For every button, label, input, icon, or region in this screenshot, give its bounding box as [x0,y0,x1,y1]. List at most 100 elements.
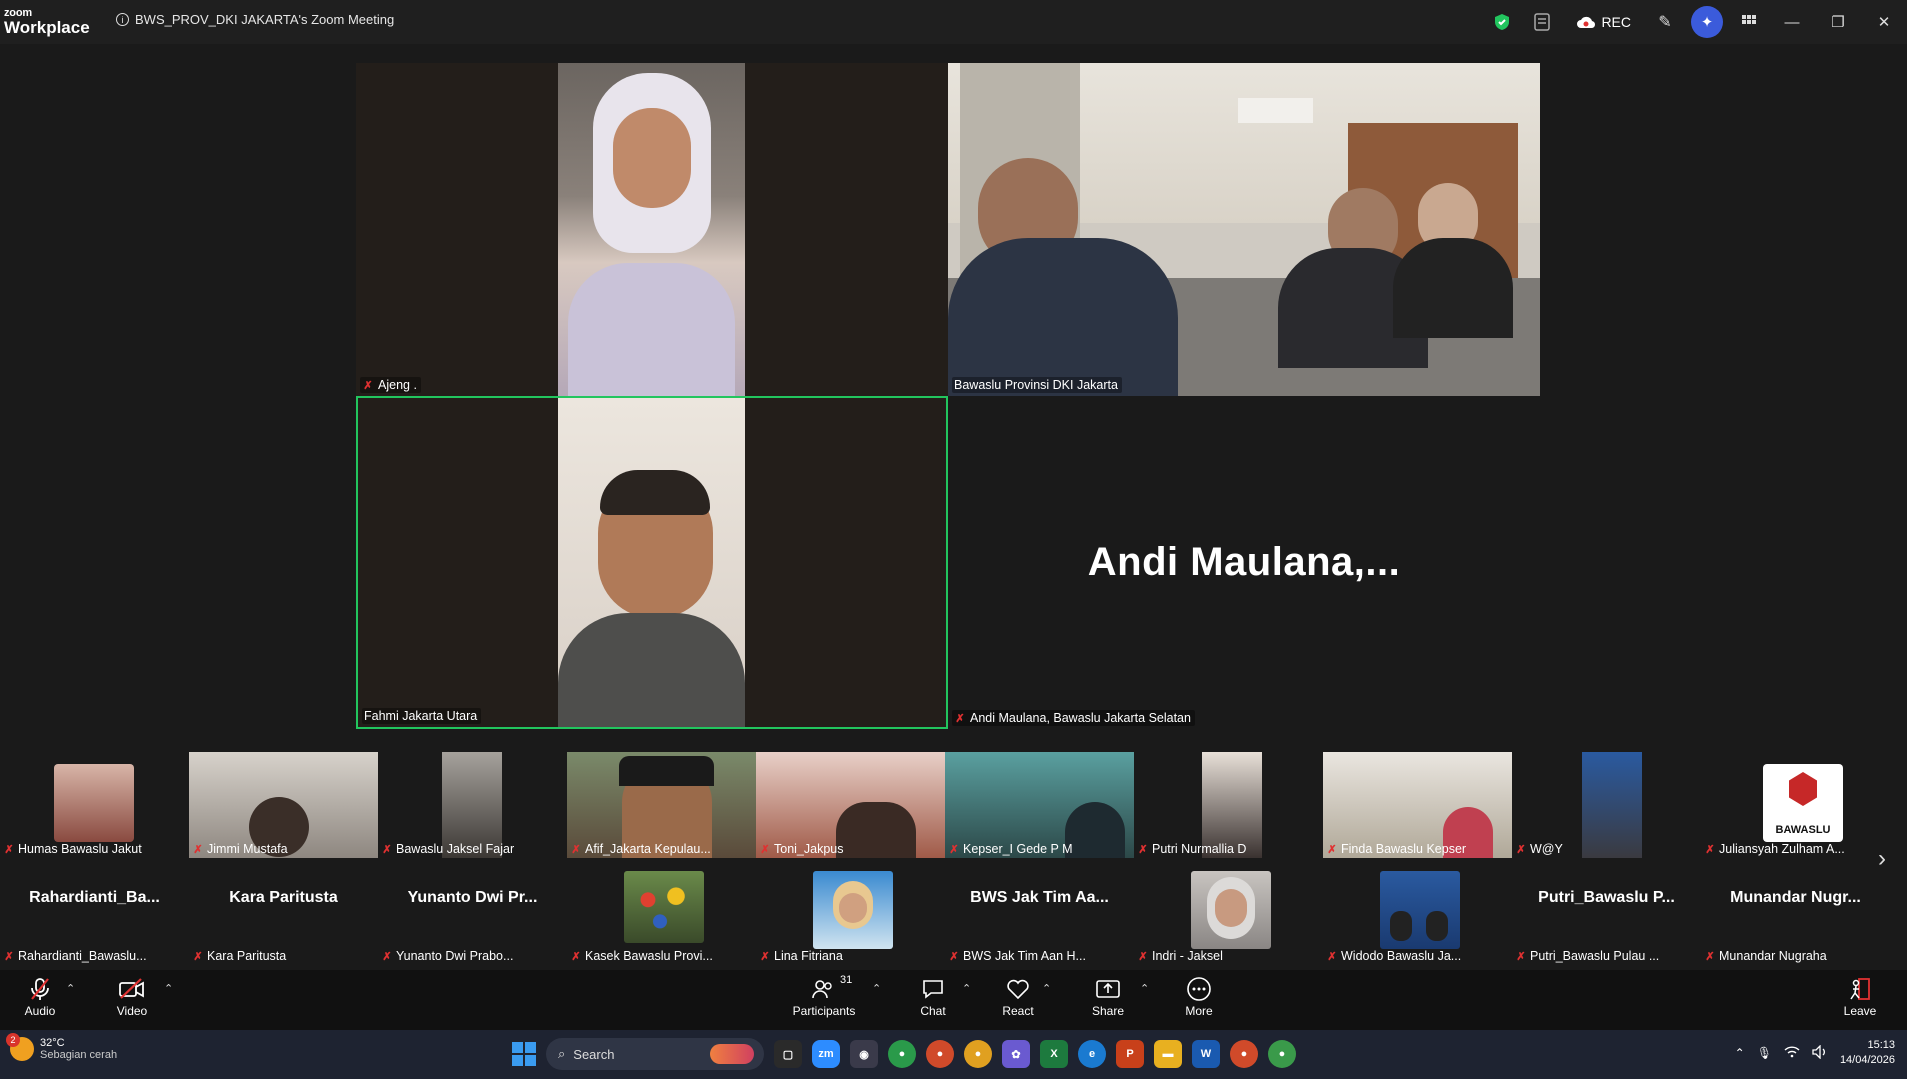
participant-video [558,398,745,727]
search-icon: ⌕ [558,1046,566,1061]
mic-muted-icon: ✗ [1705,843,1715,856]
taskbar-search[interactable]: ⌕ Search [546,1038,764,1070]
chrome-icon[interactable]: ● [1268,1040,1296,1068]
profile-picture [813,871,893,949]
chevron-right-icon[interactable]: › [1878,845,1886,873]
windows-start-icon[interactable] [512,1042,536,1066]
more-button[interactable]: More [1164,974,1234,1018]
zoom-app-icon[interactable]: zm [812,1040,840,1068]
zoom-logo: zoom Workplace [4,8,90,37]
weather-widget[interactable]: 2 32°C Sebagian cerah [6,1033,117,1061]
chrome-icon[interactable]: ● [926,1040,954,1068]
word-icon[interactable]: W [1192,1040,1220,1068]
mic-muted-icon: ✗ [760,950,770,963]
gallery-tile[interactable]: ✗ Lina Fitriana [756,859,945,965]
chevron-up-icon[interactable]: ⌃ [1042,982,1051,995]
chevron-up-icon[interactable]: ⌃ [66,982,75,995]
mic-muted-icon: ✗ [955,712,965,725]
gallery-tile[interactable]: ✗ Humas Bawaslu Jakut [0,752,189,858]
participant-display-name: Rahardianti_Ba... [29,889,160,906]
video-button[interactable]: Video [97,974,167,1018]
participant-name-label: ✗ Humas Bawaslu Jakut [3,842,141,856]
mic-muted-icon: ✗ [193,843,203,856]
gallery-tile[interactable]: Kara Paritusta ✗ Kara Paritusta [189,859,378,965]
ai-companion-icon[interactable]: ✦ [1691,6,1723,38]
chevron-up-icon[interactable]: ⌃ [962,982,971,995]
leave-button[interactable]: Leave [1823,974,1897,1018]
gallery-tile[interactable]: ✗ Kepser_I Gede P M [945,752,1134,858]
video-tile-ajeng[interactable]: ✗ Ajeng . [356,63,948,396]
chrome-icon[interactable]: ● [964,1040,992,1068]
title-bar: zoom Workplace i BWS_PROV_DKI JAKARTA's … [0,0,1907,44]
restore-icon[interactable]: ❐ [1815,0,1861,44]
gallery-tile[interactable]: Rahardianti_Ba... ✗ Rahardianti_Bawaslu..… [0,859,189,965]
video-tile-bawaslu-dki[interactable]: Bawaslu Provinsi DKI Jakarta [948,63,1540,396]
participant-name-label: ✗ Widodo Bawaslu Ja... [1326,949,1461,963]
excel-icon[interactable]: X [1040,1040,1068,1068]
gallery-tile[interactable]: ✗ Indri - Jaksel [1134,859,1323,965]
notification-badge: 2 [6,1033,20,1047]
gallery-tile[interactable]: ✗ Kasek Bawaslu Provi... [567,859,756,965]
file-explorer-icon[interactable]: ▬ [1154,1040,1182,1068]
temperature: 32°C [40,1037,65,1049]
search-placeholder: Search [573,1046,615,1062]
participant-name: Toni_Jakpus [774,842,844,856]
meeting-title[interactable]: i BWS_PROV_DKI JAKARTA's Zoom Meeting [116,12,394,27]
apps-grid-icon[interactable] [1729,0,1769,44]
minimize-icon[interactable]: — [1769,0,1815,44]
gallery-tile[interactable]: BWS Jak Tim Aa... ✗ BWS Jak Tim Aan H... [945,859,1134,965]
info-icon[interactable]: i [116,13,129,26]
copilot-icon[interactable]: ✿ [1002,1040,1030,1068]
pencil-icon[interactable]: ✎ [1645,0,1685,44]
chevron-up-icon[interactable]: ⌃ [1735,1046,1745,1060]
wifi-icon[interactable] [1784,1045,1800,1061]
gallery-tile[interactable]: ✗ Toni_Jakpus [756,752,945,858]
chrome-icon[interactable]: ● [888,1040,916,1068]
chrome-icon[interactable]: ● [1230,1040,1258,1068]
shield-icon[interactable] [1482,0,1522,44]
cloud-recording-indicator[interactable]: REC [1562,0,1645,44]
task-view-icon[interactable]: ▢ [774,1040,802,1068]
gallery-tile[interactable]: ✗ Bawaslu Jaksel Fajar [378,752,567,858]
gallery-tile[interactable]: ✗ Finda Bawaslu Kepser [1323,752,1512,858]
audio-button[interactable]: Audio [5,974,75,1018]
participant-name: Indri - Jaksel [1152,949,1223,963]
participant-name: Afif_Jakarta Kepulau... [585,842,711,856]
participant-name-label: ✗ Yunanto Dwi Prabo... [381,949,513,963]
participant-display-name: BWS Jak Tim Aa... [970,889,1109,906]
gallery-tile[interactable]: ✗ W@Y [1512,752,1701,858]
gallery-tile[interactable]: ✗ Putri Nurmallia D [1134,752,1323,858]
participant-display-name: Yunanto Dwi Pr... [407,889,538,906]
chevron-up-icon[interactable]: ⌃ [1140,982,1149,995]
notes-icon[interactable] [1522,0,1562,44]
chevron-up-icon[interactable]: ⌃ [164,982,173,995]
speaker-icon[interactable] [1812,1043,1828,1062]
gallery-tile[interactable]: BAWASLU ✗ Juliansyah Zulham A... [1701,752,1890,858]
powerpoint-icon[interactable]: P [1116,1040,1144,1068]
mic-muted-icon: ✗ [1327,843,1337,856]
taskbar-apps: ⌕ Search ▢ zm ◉ ● ● ● ✿ X e P ▬ W ● ● [512,1038,1296,1070]
gallery-tile[interactable]: Munandar Nugr... ✗ Munandar Nugraha [1701,859,1890,965]
participant-name-label: ✗ Bawaslu Jaksel Fajar [381,842,514,856]
video-tile-fahmi-active-speaker[interactable]: Fahmi Jakarta Utara [356,396,948,729]
chat-button[interactable]: Chat [898,974,968,1018]
mic-icon[interactable]: 🎙 [1757,1046,1772,1060]
more-label: More [1185,1004,1213,1018]
edge-icon[interactable]: e [1078,1040,1106,1068]
gallery-tile[interactable]: Putri_Bawaslu P... ✗ Putri_Bawaslu Pulau … [1512,859,1701,965]
react-button[interactable]: React [983,974,1053,1018]
gallery-tile[interactable]: ✗ Jimmi Mustafa [189,752,378,858]
close-icon[interactable]: ✕ [1861,0,1907,44]
participant-name: Bawaslu Provinsi DKI Jakarta [954,378,1118,392]
participant-name: W@Y [1530,842,1563,856]
app-icon[interactable]: ◉ [850,1040,878,1068]
share-button[interactable]: Share [1073,974,1143,1018]
participant-name: Putri Nurmallia D [1152,842,1247,856]
video-tile-andi-maulana[interactable]: Andi Maulana,... ✗ Andi Maulana, Bawaslu… [948,396,1540,729]
chevron-up-icon[interactable]: ⌃ [872,982,881,995]
windows-taskbar: 2 32°C Sebagian cerah ⌕ Search ▢ zm ◉ ● … [0,1030,1907,1079]
gallery-tile[interactable]: ✗ Afif_Jakarta Kepulau... [567,752,756,858]
gallery-tile[interactable]: Yunanto Dwi Pr... ✗ Yunanto Dwi Prabo... [378,859,567,965]
gallery-tile[interactable]: ✗ Widodo Bawaslu Ja... [1323,859,1512,965]
clock[interactable]: 15:13 14/04/2026 [1840,1038,1895,1068]
